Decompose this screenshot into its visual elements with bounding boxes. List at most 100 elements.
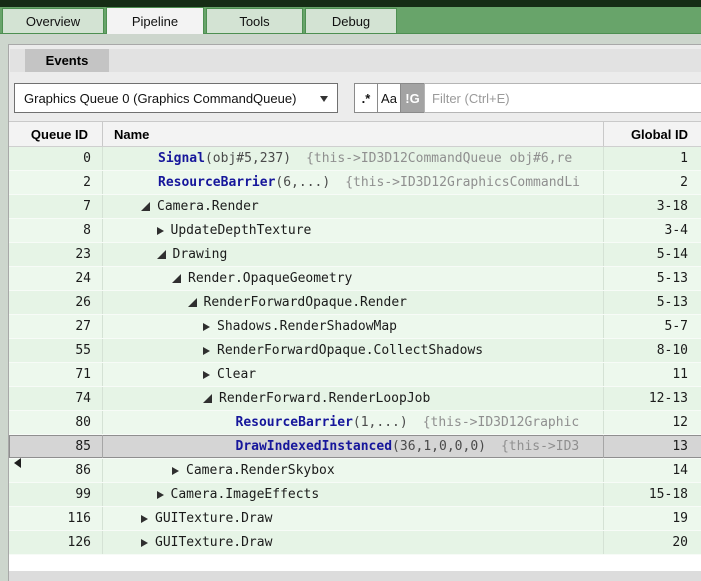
queue-id-cell: 71 <box>9 363 103 386</box>
event-label: Render.OpaqueGeometry <box>188 271 352 286</box>
name-cell: RenderForwardOpaque.CollectShadows <box>103 339 604 362</box>
expand-arrow-icon[interactable] <box>141 539 148 547</box>
expand-arrow-icon[interactable] <box>157 227 164 235</box>
global-id-cell: 5-14 <box>604 243 701 266</box>
tab-tools[interactable]: Tools <box>206 8 303 33</box>
event-row-86[interactable]: 86Camera.RenderSkybox14 <box>9 459 701 483</box>
main-tabbar: OverviewPipelineToolsDebug <box>0 7 701 34</box>
event-row-74[interactable]: 74RenderForward.RenderLoopJob12-13 <box>9 387 701 411</box>
global-id-cell: 2 <box>604 171 701 194</box>
global-id-cell: 12-13 <box>604 387 701 410</box>
event-label: Shadows.RenderShadowMap <box>217 319 397 334</box>
collapse-arrow-icon[interactable] <box>172 274 181 283</box>
collapse-arrow-icon[interactable] <box>203 394 212 403</box>
queue-dropdown-value: Graphics Queue 0 (Graphics CommandQueue) <box>24 91 296 106</box>
column-header-global-id[interactable]: Global ID <box>604 122 701 146</box>
expand-arrow-icon[interactable] <box>203 323 210 331</box>
queue-id-cell: 126 <box>9 531 103 554</box>
queue-id-cell: 27 <box>9 315 103 338</box>
group-filter-toggle-button[interactable]: !G <box>400 83 425 113</box>
expand-arrow-icon[interactable] <box>203 371 210 379</box>
expand-arrow-icon[interactable] <box>203 347 210 355</box>
api-call-args: (6,...) <box>275 175 330 190</box>
api-call-context: {this->ID3D12CommandQueue obj#6,re <box>306 151 572 166</box>
tab-pipeline[interactable]: Pipeline <box>106 7 204 34</box>
queue-id-cell: 86 <box>9 459 103 482</box>
event-row-99[interactable]: 99Camera.ImageEffects15-18 <box>9 483 701 507</box>
api-call-context: {this->ID3 <box>501 439 579 454</box>
chevron-down-icon <box>320 96 328 102</box>
queue-id-cell: 80 <box>9 411 103 434</box>
event-label: Clear <box>217 367 256 382</box>
event-row-7[interactable]: 7Camera.Render3-18 <box>9 195 701 219</box>
event-row-55[interactable]: 55RenderForwardOpaque.CollectShadows8-10 <box>9 339 701 363</box>
api-call-args: (obj#5,237) <box>205 151 291 166</box>
api-call-name: DrawIndexedInstanced <box>236 439 393 454</box>
global-id-cell: 5-13 <box>604 267 701 290</box>
tab-events[interactable]: Events <box>25 49 109 72</box>
filter-input[interactable] <box>424 83 701 113</box>
event-label: Camera.RenderSkybox <box>186 463 335 478</box>
expand-arrow-icon[interactable] <box>172 467 179 475</box>
event-row-85[interactable]: 85DrawIndexedInstanced(36,1,0,0,0){this-… <box>9 435 701 459</box>
column-header-queue-id[interactable]: Queue ID <box>9 122 103 146</box>
expand-arrow-icon[interactable] <box>141 515 148 523</box>
regex-toggle-button[interactable]: .* <box>354 83 378 113</box>
queue-id-cell: 8 <box>9 219 103 242</box>
queue-dropdown[interactable]: Graphics Queue 0 (Graphics CommandQueue) <box>14 83 338 113</box>
event-row-26[interactable]: 26RenderForwardOpaque.Render5-13 <box>9 291 701 315</box>
queue-id-cell: 55 <box>9 339 103 362</box>
table-header: Queue ID Name Global ID <box>9 121 701 147</box>
name-cell: Camera.Render <box>103 195 604 218</box>
event-row-24[interactable]: 24 Render.OpaqueGeometry 5-13 <box>9 267 701 291</box>
queue-id-cell: 116 <box>9 507 103 530</box>
global-id-cell: 5-13 <box>604 291 701 314</box>
global-id-cell: 3-4 <box>604 219 701 242</box>
event-tree: 0Signal(obj#5,237){this->ID3D12CommandQu… <box>9 147 701 571</box>
column-header-name[interactable]: Name <box>103 122 604 146</box>
event-label: Camera.Render <box>157 199 259 214</box>
event-row-8[interactable]: 8UpdateDepthTexture3-4 <box>9 219 701 243</box>
global-id-cell: 12 <box>604 411 701 434</box>
api-call-args: (1,...) <box>353 415 408 430</box>
queue-id-cell: 24 <box>9 267 103 290</box>
api-call-name: ResourceBarrier <box>158 175 275 190</box>
expand-arrow-icon[interactable] <box>157 491 164 499</box>
event-row-23[interactable]: 23Drawing5-14 <box>9 243 701 267</box>
tab-debug[interactable]: Debug <box>305 8 397 33</box>
event-row-80[interactable]: 80ResourceBarrier(1,...){this->ID3D12Gra… <box>9 411 701 435</box>
event-row-2[interactable]: 2ResourceBarrier(6,...){this->ID3D12Grap… <box>9 171 701 195</box>
panel-bottom-strip <box>9 571 701 581</box>
global-id-cell: 19 <box>604 507 701 530</box>
name-cell: GUITexture.Draw <box>103 507 604 530</box>
name-cell: RenderForward.RenderLoopJob <box>103 387 604 410</box>
event-row-71[interactable]: 71 Clear 11 <box>9 363 701 387</box>
event-label: RenderForwardOpaque.Render <box>204 295 408 310</box>
global-id-cell: 8-10 <box>604 339 701 362</box>
events-tabstrip: Events <box>10 49 701 72</box>
name-cell: Camera.RenderSkybox <box>103 459 604 482</box>
event-label: GUITexture.Draw <box>155 535 272 550</box>
global-id-cell: 13 <box>604 435 701 458</box>
tab-overview[interactable]: Overview <box>2 8 104 33</box>
name-cell: GUITexture.Draw <box>103 531 604 554</box>
scroll-left-icon[interactable] <box>14 458 21 468</box>
name-cell: Render.OpaqueGeometry <box>103 267 604 290</box>
event-row-27[interactable]: 27 Shadows.RenderShadowMap 5-7 <box>9 315 701 339</box>
collapse-arrow-icon[interactable] <box>141 202 150 211</box>
queue-id-cell: 2 <box>9 171 103 194</box>
collapse-arrow-icon[interactable] <box>188 298 197 307</box>
collapse-arrow-icon[interactable] <box>157 250 166 259</box>
queue-id-cell: 99 <box>9 483 103 506</box>
name-cell: Drawing <box>103 243 604 266</box>
api-call-name: Signal <box>158 151 205 166</box>
event-row-126[interactable]: 126GUITexture.Draw20 <box>9 531 701 555</box>
name-cell: ResourceBarrier(6,...){this->ID3D12Graph… <box>103 171 604 194</box>
global-id-cell: 5-7 <box>604 315 701 338</box>
global-id-cell: 11 <box>604 363 701 386</box>
api-call-name: ResourceBarrier <box>236 415 353 430</box>
case-sensitive-toggle-button[interactable]: Aa <box>377 83 401 113</box>
event-row-0[interactable]: 0Signal(obj#5,237){this->ID3D12CommandQu… <box>9 147 701 171</box>
event-row-116[interactable]: 116GUITexture.Draw19 <box>9 507 701 531</box>
events-panel: Events Graphics Queue 0 (Graphics Comman… <box>8 44 701 581</box>
